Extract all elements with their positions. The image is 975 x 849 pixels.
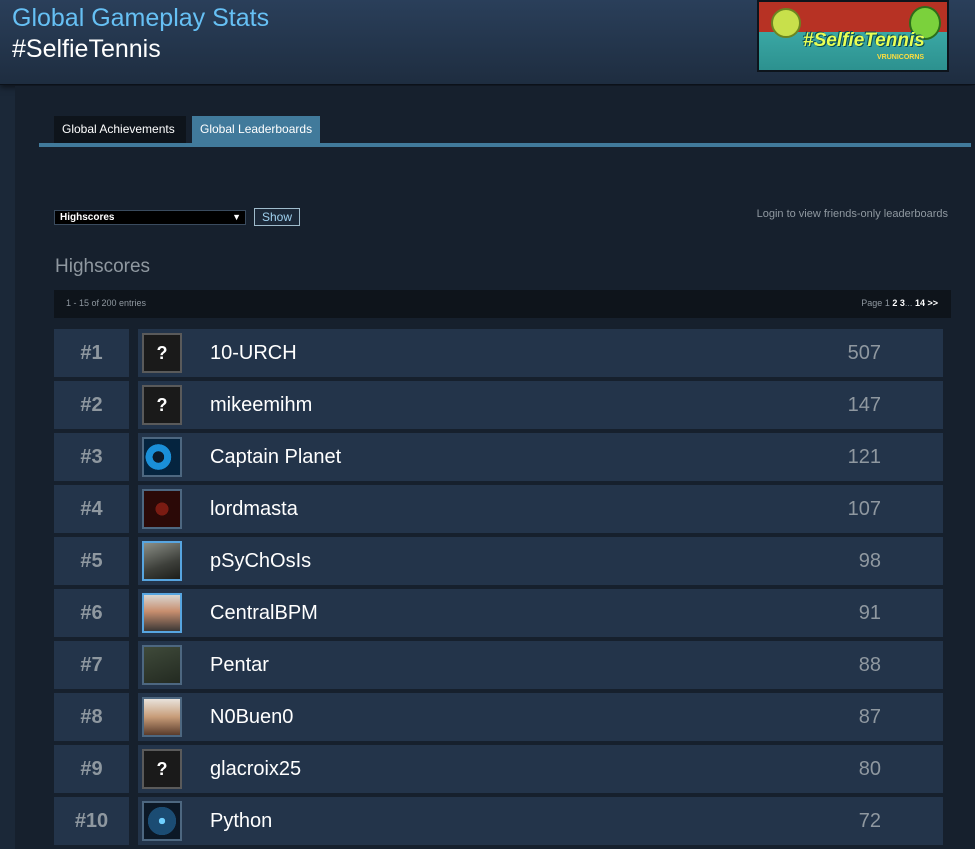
rank-cell: #8 [54, 693, 129, 741]
dropdown-arrow-icon: ▼ [232, 212, 241, 222]
login-friends-link[interactable]: Login to view friends-only leaderboards [700, 208, 948, 220]
player-cell: ? glacroix25 80 [138, 745, 943, 793]
lordmasta-avatar[interactable] [142, 489, 182, 529]
player-cell: Python 72 [138, 797, 943, 845]
leaderboard-row: #5 pSyChOsIs 98 [54, 537, 943, 585]
player-cell: N0Buen0 87 [138, 693, 943, 741]
player-name[interactable]: lordmasta [210, 485, 298, 533]
page-header: Global Gameplay Stats #SelfieTennis #Sel… [0, 0, 975, 85]
player-cell: pSyChOsIs 98 [138, 537, 943, 585]
pagination-next[interactable]: >> [927, 298, 938, 308]
player-cell: CentralBPM 91 [138, 589, 943, 637]
leaderboard-row: #1 ? 10-URCH 507 [54, 329, 943, 377]
centralbpm-avatar[interactable] [142, 593, 182, 633]
player-name[interactable]: Python [210, 797, 272, 845]
psychosis-avatar[interactable] [142, 541, 182, 581]
player-score: 98 [858, 550, 881, 572]
player-name[interactable]: CentralBPM [210, 589, 318, 637]
pagination-current: 1 [884, 298, 890, 308]
planet-avatar[interactable] [142, 437, 182, 477]
player-cell: Pentar 88 [138, 641, 943, 689]
player-score: 121 [847, 446, 881, 468]
entries-count: 1 - 15 of 200 entries [66, 298, 147, 308]
leaderboard-select[interactable]: Highscores ▼ [54, 210, 246, 225]
rank-cell: #6 [54, 589, 129, 637]
player-name[interactable]: glacroix25 [210, 745, 301, 793]
leaderboard-row: #2 ? mikeemihm 147 [54, 381, 943, 429]
rank-cell: #2 [54, 381, 129, 429]
python-avatar[interactable] [142, 801, 182, 841]
rank-cell: #7 [54, 641, 129, 689]
leaderboard-title: Highscores [55, 256, 151, 277]
leaderboard-row: #8 N0Buen0 87 [54, 693, 943, 741]
game-title[interactable]: #SelfieTennis [12, 35, 161, 64]
rank-cell: #1 [54, 329, 129, 377]
rank-cell: #9 [54, 745, 129, 793]
tennis-ball-icon [771, 8, 801, 38]
leaderboard-row: #6 CentralBPM 91 [54, 589, 943, 637]
page-title: Global Gameplay Stats [12, 4, 270, 32]
player-name[interactable]: pSyChOsIs [210, 537, 311, 585]
leaderboard-row: #10 Python 72 [54, 797, 943, 845]
question-mark-icon[interactable]: ? [142, 749, 182, 789]
player-score: 91 [858, 602, 881, 624]
player-score: 147 [847, 394, 881, 416]
leaderboard-select-value: Highscores [60, 212, 115, 223]
rank-cell: #3 [54, 433, 129, 481]
player-name[interactable]: 10-URCH [210, 329, 297, 377]
tab-global-leaderboards[interactable]: Global Leaderboards [192, 116, 320, 143]
pagination: Page 1 2 3... 14 >> [700, 298, 938, 308]
pagination-page-last[interactable]: 14 [915, 298, 925, 308]
rank-cell: #4 [54, 485, 129, 533]
player-cell: Captain Planet 121 [138, 433, 943, 481]
pagination-ellipsis: ... [904, 298, 913, 308]
pentar-avatar[interactable] [142, 645, 182, 685]
tab-underline [39, 143, 971, 147]
player-score: 107 [847, 498, 881, 520]
player-score: 72 [858, 810, 881, 832]
player-cell: ? mikeemihm 147 [138, 381, 943, 429]
question-mark-icon[interactable]: ? [142, 385, 182, 425]
player-name[interactable]: N0Buen0 [210, 693, 293, 741]
rank-cell: #10 [54, 797, 129, 845]
pagination-page-2[interactable]: 2 [892, 298, 897, 308]
player-score: 88 [858, 654, 881, 676]
banner-logo-text: #SelfieTennis [803, 30, 925, 51]
player-cell: lordmasta 107 [138, 485, 943, 533]
question-mark-icon[interactable]: ? [142, 333, 182, 373]
n0buen0-avatar[interactable] [142, 697, 182, 737]
player-score: 87 [858, 706, 881, 728]
pagination-label: Page [861, 298, 883, 308]
player-name[interactable]: Captain Planet [210, 433, 341, 481]
player-cell: ? 10-URCH 507 [138, 329, 943, 377]
tab-global-achievements[interactable]: Global Achievements [54, 116, 186, 143]
leaderboard-row: #3 Captain Planet 121 [54, 433, 943, 481]
player-name[interactable]: mikeemihm [210, 381, 312, 429]
rank-cell: #5 [54, 537, 129, 585]
game-banner-image[interactable]: #SelfieTennis VRUNICORNS [757, 0, 949, 72]
leaderboard-row: #9 ? glacroix25 80 [54, 745, 943, 793]
player-score: 80 [858, 758, 881, 780]
leaderboard-row: #7 Pentar 88 [54, 641, 943, 689]
player-name[interactable]: Pentar [210, 641, 269, 689]
show-button[interactable]: Show [254, 208, 300, 226]
banner-publisher-text: VRUNICORNS [877, 54, 925, 61]
player-score: 507 [847, 342, 881, 364]
leaderboard-row: #4 lordmasta 107 [54, 485, 943, 533]
